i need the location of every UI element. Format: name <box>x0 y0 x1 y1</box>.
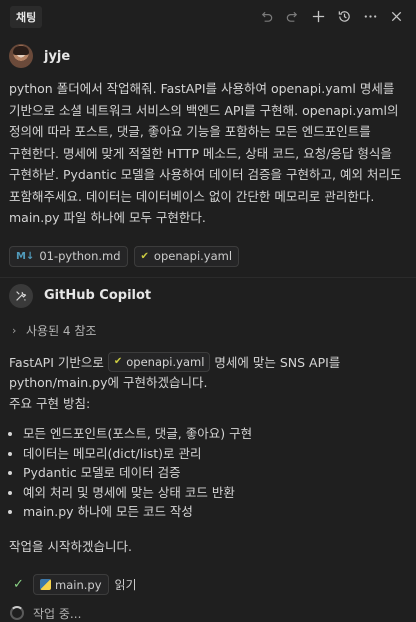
working-status: 작업 중... <box>10 605 416 622</box>
undo-icon[interactable] <box>254 6 278 28</box>
step-action: 읽기 <box>114 578 137 592</box>
file-reference-chip[interactable]: ✔ openapi.yaml <box>107 352 211 372</box>
assistant-message-header: GitHub Copilot <box>9 282 416 310</box>
working-text: 작업 중... <box>33 606 82 621</box>
python-icon <box>40 579 51 590</box>
assistant-reply: FastAPI 기반으로 ✔ openapi.yaml 명세에 맞는 SNS A… <box>9 352 402 415</box>
user-message-header: jyje <box>9 43 416 69</box>
references-toggle[interactable]: › 사용된 4 참조 <box>12 322 416 339</box>
attachment-label: openapi.yaml <box>153 249 233 263</box>
chevron-right-icon: › <box>12 323 17 337</box>
check-icon: ✓ <box>13 577 24 592</box>
file-reference-label: openapi.yaml <box>126 354 205 369</box>
redo-icon[interactable] <box>280 6 304 28</box>
copilot-avatar <box>9 283 33 308</box>
file-chip[interactable]: main.py <box>33 574 109 595</box>
close-icon[interactable] <box>384 6 408 28</box>
user-avatar <box>9 44 33 68</box>
yaml-icon: ✔ <box>113 355 123 367</box>
attachment-chip[interactable]: M↓ 01-python.md <box>9 245 128 267</box>
message-divider <box>0 276 416 278</box>
list-item: 예외 처리 및 명세에 맞는 상태 코드 반환 <box>23 483 416 503</box>
history-icon[interactable] <box>332 6 356 28</box>
user-message-text: python 폴더에서 작업해줘. FastAPI를 사용하여 openapi.… <box>9 81 402 225</box>
plus-icon[interactable] <box>306 6 330 28</box>
list-item: Pydantic 모델로 데이터 검증 <box>23 463 416 483</box>
assistant-name: GitHub Copilot <box>44 288 152 303</box>
attachment-label: 01-python.md <box>39 249 121 263</box>
chat-header: 채팅 <box>0 0 416 33</box>
references-label: 사용된 4 참조 <box>26 323 97 338</box>
attachment-list: M↓ 01-python.md ✔ openapi.yaml <box>9 245 416 267</box>
file-chip-label: main.py <box>55 577 102 592</box>
implementation-points: 모든 엔드포인트(포스트, 댓글, 좋아요) 구현 데이터는 메모리(dict/… <box>0 424 416 522</box>
list-item: 데이터는 메모리(dict/list)로 관리 <box>23 444 416 464</box>
start-text: 작업을 시작하겠습니다. <box>9 538 132 554</box>
more-icon[interactable] <box>358 6 382 28</box>
attachment-chip[interactable]: ✔ openapi.yaml <box>133 245 240 267</box>
spinner-icon <box>10 606 24 620</box>
chat-tab-title[interactable]: 채팅 <box>10 5 43 28</box>
reply-intro-before: FastAPI 기반으로 <box>9 354 104 370</box>
yaml-icon: ✔ <box>140 250 149 262</box>
list-item: 모든 엔드포인트(포스트, 댓글, 좋아요) 구현 <box>23 424 416 444</box>
user-name: jyje <box>44 48 71 64</box>
markdown-icon: M↓ <box>16 250 35 262</box>
progress-step: ✓ main.py 읽기 <box>13 574 416 596</box>
chat-toolbar <box>254 6 408 28</box>
section-title: 주요 구현 방침: <box>9 395 91 411</box>
tools-icon <box>16 290 27 301</box>
list-item: main.py 하나에 모든 코드 작성 <box>23 502 416 522</box>
